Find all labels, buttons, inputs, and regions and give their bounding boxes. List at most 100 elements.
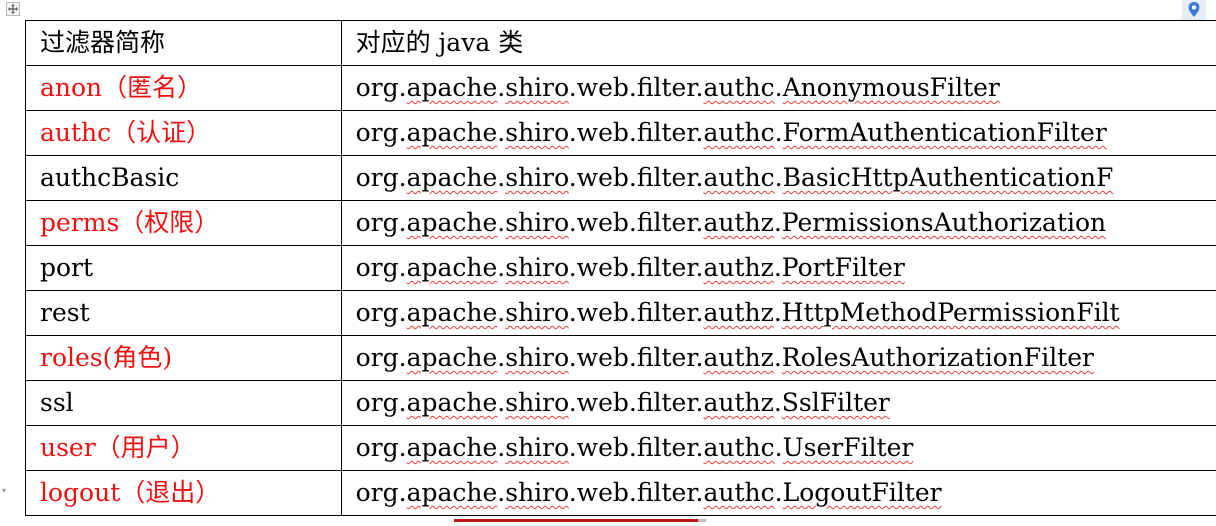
- java-class-cell: org.apache.shiro.web.filter.authz.SslFil…: [340, 380, 1216, 426]
- table-row: authcBasic org.apache. shiro.web.filter.au…: [25, 155, 1216, 201]
- class-path-segment: authz: [703, 208, 774, 237]
- class-path-segment: LogoutFilter: [782, 478, 942, 507]
- class-path-segment: apache: [406, 343, 498, 372]
- class-path-segment: shiro: [505, 118, 569, 147]
- class-path-segment: org.: [355, 253, 407, 282]
- class-path-segment: .web.filter.: [568, 298, 704, 327]
- class-path-segment: authz: [703, 343, 774, 372]
- class-path-segment: apache: [406, 118, 498, 147]
- class-path-segment: .web.filter.: [568, 118, 704, 147]
- table-row: perms（权限） org.apache. shiro.web.filter.aut…: [25, 200, 1216, 246]
- class-path-segment: PortFilter: [781, 253, 905, 282]
- class-path-segment: .: [774, 73, 783, 102]
- class-path-segment: .: [773, 343, 782, 372]
- class-path-segment: shiro: [505, 343, 569, 372]
- class-path-segment: RolesAuthorizationFilter: [781, 343, 1094, 372]
- table-row: anon（匿名） org.apache. shiro.web.filter.auth…: [25, 65, 1216, 111]
- class-path-segment: .: [773, 298, 782, 327]
- java-class-cell: org.apache.shiro.web.filter.authc.BasicH…: [340, 155, 1216, 201]
- filter-name-cell: anon（匿名）: [25, 65, 342, 111]
- class-path-segment: org.: [355, 298, 407, 327]
- filter-name: ssl: [40, 388, 74, 417]
- class-path-segment: shiro: [505, 73, 569, 102]
- header-java-class: 对应的 java 类: [340, 20, 1216, 66]
- table-row: port org.apache.shiro.web.filter.authz.Po…: [25, 245, 1216, 291]
- filter-name: authcBasic: [40, 163, 180, 192]
- table-row: roles(角色) org.apache. shiro.web.filter.aut…: [25, 335, 1216, 381]
- class-path-segment: apache: [406, 253, 498, 282]
- class-path-segment: .: [773, 208, 782, 237]
- header-filter-name: 过滤器简称: [25, 20, 342, 66]
- class-path-segment: org.: [355, 118, 407, 147]
- class-path-segment: UserFilter: [782, 433, 914, 462]
- class-path-segment: authc: [703, 478, 775, 507]
- java-class-cell: org.apache.shiro.web.filter.authz.Permis…: [340, 200, 1216, 246]
- filter-name: user（用户）: [40, 433, 196, 462]
- class-path-segment: authc: [703, 118, 775, 147]
- class-path-segment: shiro: [505, 163, 569, 192]
- filter-table: 过滤器简称 对应的 java 类 anon（匿名） org.apache.shir…: [25, 20, 1216, 516]
- class-path-segment: .web.filter.: [568, 208, 704, 237]
- ruler-marker-icon: ▾: [2, 486, 7, 495]
- scroll-indicator-end: [698, 519, 706, 522]
- filter-name-cell: authc（认证）: [25, 110, 342, 156]
- filter-name-cell: user（用户）: [25, 425, 342, 471]
- class-path-segment: .web.filter.: [568, 478, 704, 507]
- class-path-segment: .web.filter.: [568, 388, 704, 417]
- class-path-segment: org.: [355, 163, 407, 192]
- filter-name-cell: roles(角色): [25, 335, 342, 381]
- class-path-segment: .web.filter.: [568, 343, 704, 372]
- filter-name-cell: perms（权限）: [25, 200, 342, 246]
- table-row: authc（认证） org.apache. shiro.web.filter.aut…: [25, 110, 1216, 156]
- class-path-segment: authc: [703, 163, 775, 192]
- class-path-segment: shiro: [505, 388, 569, 417]
- class-path-segment: .: [774, 163, 783, 192]
- filter-name: port: [40, 253, 94, 282]
- location-pin-icon[interactable]: [1182, 0, 1206, 20]
- filter-name-cell: port: [25, 245, 342, 291]
- class-path-segment: BasicHttpAuthenticationF: [782, 163, 1114, 192]
- scroll-indicator-bar: [454, 519, 698, 522]
- filter-name-cell: ssl: [25, 380, 342, 426]
- class-path-segment: apache: [406, 388, 498, 417]
- table-row: logout（退出） org.apache. shiro.web.filter.au…: [25, 470, 1216, 516]
- class-path-segment: .: [773, 253, 782, 282]
- class-path-segment: authz: [703, 388, 774, 417]
- class-path-segment: .web.filter.: [568, 163, 704, 192]
- class-path-segment: org.: [355, 433, 407, 462]
- class-path-segment: PermissionsAuthorization: [781, 208, 1107, 237]
- class-path-segment: authz: [703, 298, 774, 327]
- java-class-cell: org.apache.shiro.web.filter.authc.Anonym…: [340, 65, 1216, 111]
- class-path-segment: authz: [703, 253, 774, 282]
- class-path-segment: apache: [406, 208, 498, 237]
- class-path-segment: AnonymousFilter: [782, 73, 1000, 102]
- class-path-segment: .: [774, 433, 783, 462]
- class-path-segment: shiro: [505, 478, 569, 507]
- filter-name: logout（退出）: [40, 478, 221, 507]
- class-path-segment: apache: [406, 298, 498, 327]
- class-path-segment: org.: [355, 208, 407, 237]
- table-move-handle-icon[interactable]: [6, 2, 20, 16]
- filter-name: authc（认证）: [40, 118, 212, 147]
- filter-name: rest: [40, 298, 90, 327]
- filter-name: perms（权限）: [40, 208, 220, 237]
- class-path-segment: apache: [406, 163, 498, 192]
- class-path-segment: authc: [703, 73, 775, 102]
- class-path-segment: HttpMethodPermissionFilt: [781, 298, 1120, 327]
- filter-name-cell: logout（退出）: [25, 470, 342, 516]
- class-path-segment: org.: [355, 388, 407, 417]
- class-path-segment: apache: [406, 73, 498, 102]
- class-path-segment: .web.filter.: [568, 73, 704, 102]
- class-path-segment: .: [774, 478, 783, 507]
- class-path-segment: .: [773, 388, 782, 417]
- java-class-cell: org.apache.shiro.web.filter.authz.PortFi…: [340, 245, 1216, 291]
- filter-name-cell: authcBasic: [25, 155, 342, 201]
- class-path-segment: SslFilter: [781, 388, 890, 417]
- filter-name-cell: rest: [25, 290, 342, 336]
- table-row: rest org.apache.shiro.web.filter.authz.Ht…: [25, 290, 1216, 336]
- class-path-segment: shiro: [505, 298, 569, 327]
- filter-name: anon（匿名）: [40, 73, 203, 102]
- filter-name: roles(角色): [40, 343, 173, 372]
- class-path-segment: org.: [355, 343, 407, 372]
- class-path-segment: .web.filter.: [568, 253, 704, 282]
